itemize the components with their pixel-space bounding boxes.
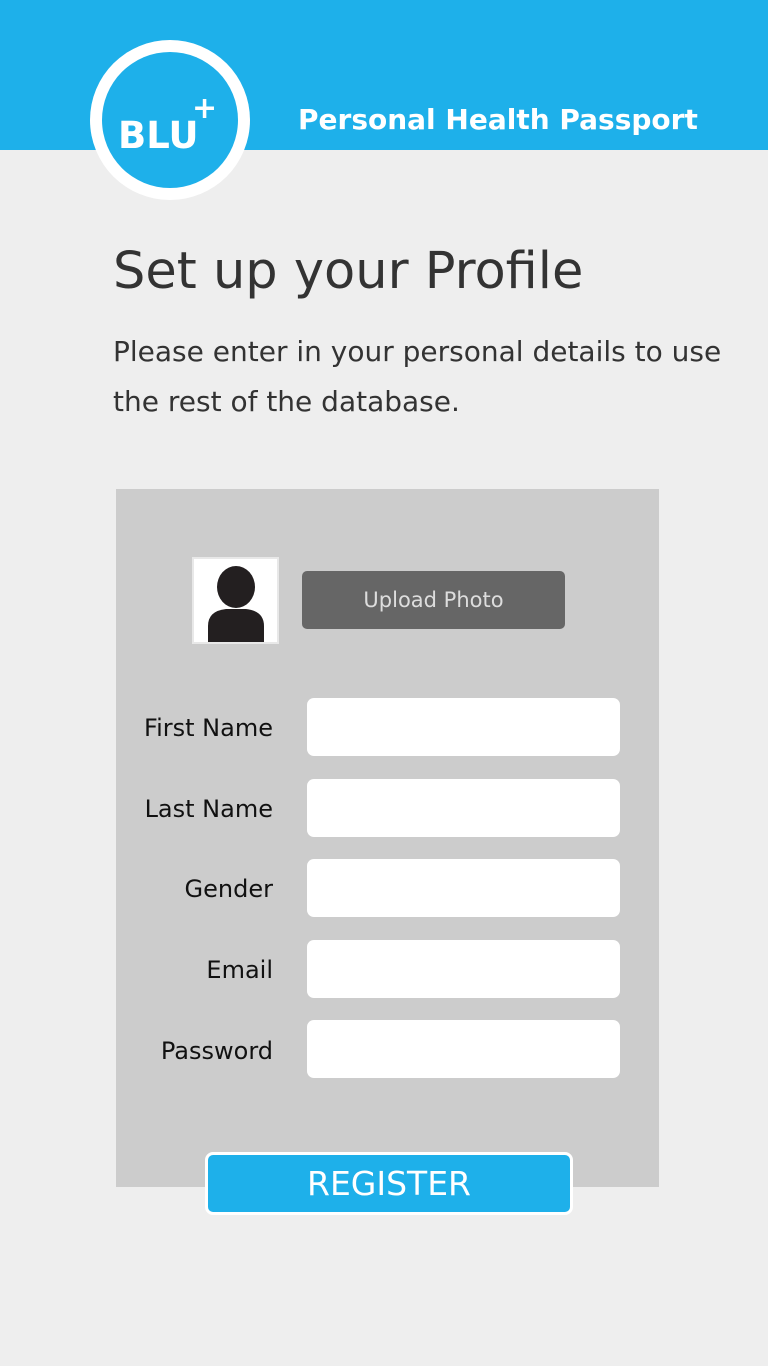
first-name-label: First Name: [144, 714, 273, 742]
page-title: Set up your Profile: [113, 242, 584, 301]
upload-photo-button[interactable]: Upload Photo: [302, 571, 565, 629]
page-subtitle: Please enter in your personal details to…: [113, 335, 722, 418]
app-logo: BLU +: [90, 40, 250, 200]
email-input[interactable]: [307, 940, 620, 998]
password-label: Password: [160, 1037, 273, 1065]
password-input[interactable]: [307, 1020, 620, 1078]
profile-avatar: [192, 557, 279, 644]
app-title: Personal Health Passport: [298, 103, 698, 136]
register-button[interactable]: REGISTER: [205, 1152, 573, 1215]
logo-plus-mark: +: [192, 91, 218, 126]
gender-input[interactable]: [307, 859, 620, 917]
email-label: Email: [206, 956, 273, 984]
last-name-input[interactable]: [307, 779, 620, 837]
registration-form-panel: Upload Photo First Name Last Name Gender…: [116, 489, 659, 1187]
first-name-input[interactable]: [307, 698, 620, 756]
logo-circle: BLU +: [102, 52, 238, 188]
logo-text: BLU: [118, 114, 199, 157]
last-name-label: Last Name: [144, 795, 273, 823]
user-silhouette-icon: [208, 566, 264, 642]
gender-label: Gender: [184, 875, 273, 903]
